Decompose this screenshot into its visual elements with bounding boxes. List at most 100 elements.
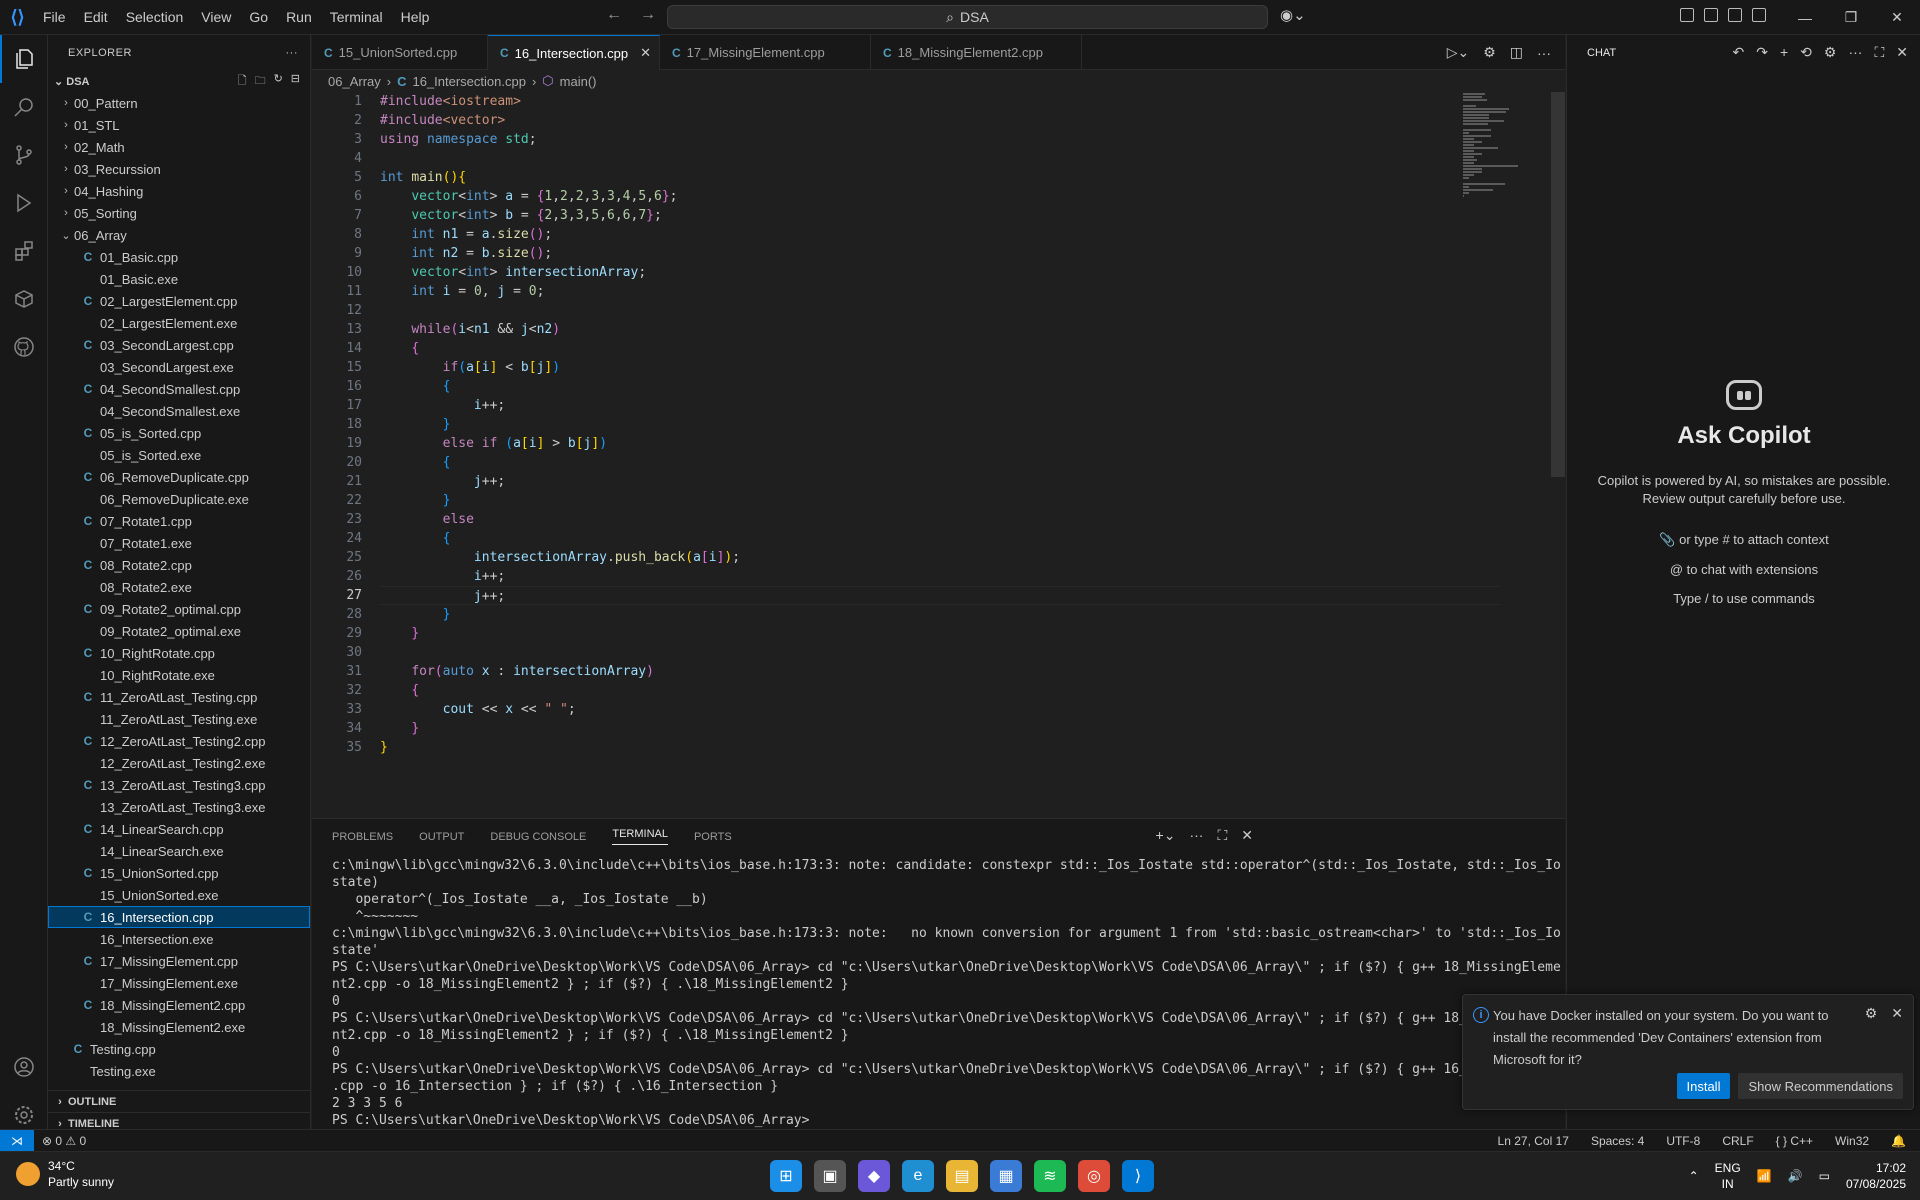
menu-item-run[interactable]: Run [278, 5, 320, 29]
code-line[interactable]: } [380, 738, 1500, 757]
platform[interactable]: Win32 [1835, 1134, 1869, 1148]
windows-start-icon[interactable]: ⊞ [770, 1160, 802, 1192]
run-debug-icon[interactable] [0, 179, 48, 227]
code-line[interactable]: { [380, 529, 1500, 548]
code-line[interactable]: int main(){ [380, 168, 1500, 187]
file-item[interactable]: C 12_ZeroAtLast_Testing2.cpp [48, 730, 310, 752]
weather-widget[interactable]: 34°C Partly sunny [16, 1158, 114, 1190]
folder-item-open[interactable]: ⌄ 06_Array [48, 224, 310, 246]
menu-item-go[interactable]: Go [241, 5, 276, 29]
code-line[interactable] [380, 301, 1500, 320]
close-icon[interactable]: ✕ [640, 45, 651, 61]
file-item[interactable]: 03_SecondLargest.exe [48, 356, 310, 378]
new-folder-icon[interactable]: 🗀 [255, 72, 266, 91]
run-icon[interactable]: ▷⌄ [1447, 44, 1470, 61]
folder-item[interactable]: › 01_STL [48, 114, 310, 136]
file-item[interactable]: C 15_UnionSorted.cpp [48, 862, 310, 884]
file-item[interactable]: C 03_SecondLargest.cpp [48, 334, 310, 356]
code-line[interactable]: i++; [380, 396, 1500, 415]
panel-tab-terminal[interactable]: TERMINAL [612, 828, 668, 845]
workspace-root[interactable]: ⌄ DSA 🗋 🗀 ↻ ⊟ [48, 70, 310, 92]
maximize-panel-icon[interactable]: ⛶ [1217, 827, 1227, 844]
file-item[interactable]: 10_RightRotate.exe [48, 664, 310, 686]
code-line[interactable]: for(auto x : intersectionArray) [380, 662, 1500, 681]
code-line[interactable]: { [380, 339, 1500, 358]
wifi-icon[interactable]: 📶 [1757, 1169, 1772, 1183]
history-icon[interactable]: ⟲ [1800, 44, 1812, 61]
file-item[interactable]: 13_ZeroAtLast_Testing3.exe [48, 796, 310, 818]
chevron-up-icon[interactable]: ⌃ [1689, 1169, 1699, 1183]
file-item[interactable]: 01_Basic.exe [48, 268, 310, 290]
battery-icon[interactable]: ▭ [1819, 1169, 1830, 1183]
menu-item-help[interactable]: Help [393, 5, 438, 29]
indentation[interactable]: Spaces: 4 [1591, 1134, 1644, 1148]
code-line[interactable]: vector<int> a = {1,2,2,3,3,4,5,6}; [380, 187, 1500, 206]
code-line[interactable]: } [380, 719, 1500, 738]
outline-section[interactable]: › OUTLINE [48, 1090, 311, 1112]
close-panel-icon[interactable]: ✕ [1241, 827, 1253, 844]
more-actions-icon[interactable]: ··· [1537, 45, 1551, 61]
minimize-icon[interactable]: — [1782, 0, 1828, 35]
command-center-search[interactable]: ⌕ DSA [667, 5, 1268, 29]
settings-icon[interactable]: ⚙ [1483, 44, 1496, 61]
split-editor-icon[interactable]: ◫ [1510, 44, 1523, 61]
source-control-icon[interactable] [0, 131, 48, 179]
code-line[interactable]: } [380, 415, 1500, 434]
code-line[interactable]: if(a[i] < b[j]) [380, 358, 1500, 377]
file-item[interactable]: C 07_Rotate1.cpp [48, 510, 310, 532]
more-actions-icon[interactable]: ··· [1189, 827, 1203, 844]
language-mode[interactable]: { } C++ [1776, 1134, 1813, 1148]
file-item[interactable]: C 05_is_Sorted.cpp [48, 422, 310, 444]
extensions-icon[interactable] [0, 227, 48, 275]
file-item[interactable]: C 02_LargestElement.cpp [48, 290, 310, 312]
file-item[interactable]: 07_Rotate1.exe [48, 532, 310, 554]
redo-icon[interactable]: ↷ [1756, 44, 1768, 61]
back-arrow-icon[interactable]: ← [606, 6, 622, 24]
clock[interactable]: 17:02 07/08/2025 [1846, 1160, 1906, 1192]
folder-item[interactable]: › 00_Pattern [48, 92, 310, 114]
code-line[interactable]: #include<vector> [380, 111, 1500, 130]
code-line[interactable]: cout << x << " "; [380, 700, 1500, 719]
panel-tab-ports[interactable]: PORTS [694, 831, 732, 843]
file-item[interactable]: C 18_MissingElement2.cpp [48, 994, 310, 1016]
tab-16_intersection-cpp[interactable]: C 16_Intersection.cpp ✕ [488, 35, 660, 70]
collapse-all-icon[interactable]: ⊟ [291, 72, 300, 91]
code-line[interactable]: else [380, 510, 1500, 529]
code-line[interactable]: { [380, 453, 1500, 472]
panel-tab-debug-console[interactable]: DEBUG CONSOLE [490, 831, 586, 843]
code-line[interactable]: vector<int> b = {2,3,3,5,6,6,7}; [380, 206, 1500, 225]
file-item[interactable]: 08_Rotate2.exe [48, 576, 310, 598]
folder-item[interactable]: › 02_Math [48, 136, 310, 158]
encoding[interactable]: UTF-8 [1666, 1134, 1700, 1148]
code-line[interactable]: { [380, 681, 1500, 700]
code-line[interactable]: j++; [380, 586, 1500, 605]
file-item[interactable]: C 04_SecondSmallest.cpp [48, 378, 310, 400]
code-line[interactable]: j++; [380, 472, 1500, 491]
menu-item-selection[interactable]: Selection [118, 5, 192, 29]
toggle-panel-icon[interactable] [1728, 8, 1742, 22]
show-recommendations-button[interactable]: Show Recommendations [1738, 1073, 1903, 1099]
code-line[interactable] [380, 643, 1500, 662]
tab-18_missingelement2-cpp[interactable]: C 18_MissingElement2.cpp [871, 35, 1082, 70]
edge-icon[interactable]: e [902, 1160, 934, 1192]
task-view-icon[interactable]: ▣ [814, 1160, 846, 1192]
search-icon[interactable] [0, 83, 48, 131]
chrome-icon[interactable]: ◎ [1078, 1160, 1110, 1192]
tab-15_unionsorted-cpp[interactable]: C 15_UnionSorted.cpp [312, 35, 488, 70]
maximize-icon[interactable]: ⛶ [1874, 44, 1884, 61]
file-item[interactable]: 16_Intersection.exe [48, 928, 310, 950]
spotify-icon[interactable]: ≋ [1034, 1160, 1066, 1192]
file-item[interactable]: C 10_RightRotate.cpp [48, 642, 310, 664]
file-item[interactable]: C 14_LinearSearch.cpp [48, 818, 310, 840]
folder-item[interactable]: › 04_Hashing [48, 180, 310, 202]
file-item[interactable]: 02_LargestElement.exe [48, 312, 310, 334]
file-item[interactable]: C 13_ZeroAtLast_Testing3.cpp [48, 774, 310, 796]
panel-tab-output[interactable]: OUTPUT [419, 831, 464, 843]
code-line[interactable]: } [380, 491, 1500, 510]
settings-icon[interactable]: ⚙ [1824, 44, 1837, 61]
code-line[interactable]: int n2 = b.size(); [380, 244, 1500, 263]
explorer-icon[interactable] [0, 35, 48, 83]
code-line[interactable]: int i = 0, j = 0; [380, 282, 1500, 301]
install-button[interactable]: Install [1676, 1073, 1731, 1099]
undo-icon[interactable]: ↶ [1733, 44, 1745, 61]
